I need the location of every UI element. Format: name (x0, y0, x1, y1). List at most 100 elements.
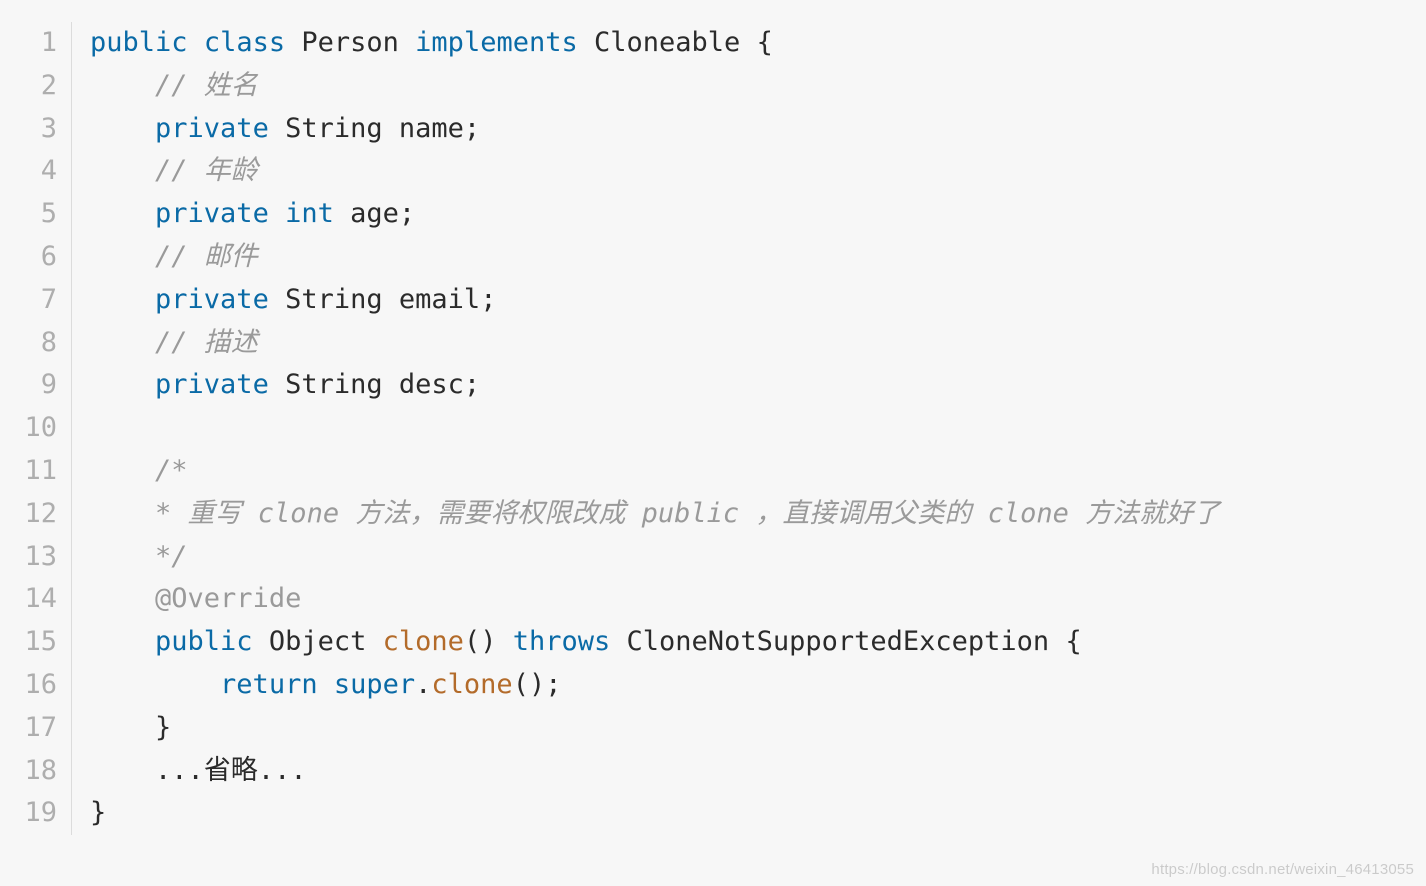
token-pn: ; (480, 284, 496, 315)
token-kw: public (155, 626, 253, 657)
token-kw: throws (513, 626, 611, 657)
token-pn: { (1065, 626, 1081, 657)
token-plain (318, 669, 334, 700)
line-number: 16 (0, 664, 57, 707)
token-pn: { (757, 27, 773, 58)
line-number: 8 (0, 322, 57, 365)
token-plain (269, 198, 285, 229)
code-line: @Override (90, 578, 1426, 621)
line-number: 2 (0, 65, 57, 108)
token-kw: class (204, 27, 285, 58)
line-number: 3 (0, 108, 57, 151)
token-cls: String (285, 113, 383, 144)
line-number: 4 (0, 150, 57, 193)
token-plain (269, 284, 285, 315)
token-kw: int (285, 198, 334, 229)
line-number: 10 (0, 407, 57, 450)
token-plain: 省略 (204, 755, 258, 786)
token-plain: age (334, 198, 399, 229)
token-plain (269, 113, 285, 144)
line-number: 19 (0, 792, 57, 835)
code-line: } (90, 707, 1426, 750)
code-line: private String name; (90, 108, 1426, 151)
token-cm: /* (155, 455, 188, 486)
token-pn: ; (464, 113, 480, 144)
token-plain (399, 27, 415, 58)
token-fn: clone (431, 669, 512, 700)
token-kw: private (155, 284, 269, 315)
token-plain (90, 455, 155, 486)
line-number: 17 (0, 707, 57, 750)
token-plain (496, 626, 512, 657)
token-plain (90, 369, 155, 400)
token-plain (90, 583, 155, 614)
token-pn: . (415, 669, 431, 700)
token-plain (285, 27, 301, 58)
token-plain (366, 626, 382, 657)
token-pn: () (464, 626, 497, 657)
line-number: 18 (0, 750, 57, 793)
token-cls: CloneNotSupportedException (627, 626, 1050, 657)
code-line: // 邮件 (90, 236, 1426, 279)
token-pn: ... (258, 755, 307, 786)
token-plain (90, 113, 155, 144)
code-line (90, 407, 1426, 450)
token-plain (90, 155, 155, 186)
token-cm: // 年龄 (155, 155, 258, 186)
code-line: // 姓名 (90, 65, 1426, 108)
line-number: 15 (0, 621, 57, 664)
token-plain (90, 541, 155, 572)
code-block: 12345678910111213141516171819 public cla… (0, 0, 1426, 835)
code-line: private String email; (90, 279, 1426, 322)
token-cls: Cloneable (594, 27, 740, 58)
token-pn: } (90, 797, 106, 828)
token-plain (578, 27, 594, 58)
token-plain: email (383, 284, 481, 315)
token-fn: clone (383, 626, 464, 657)
line-number: 5 (0, 193, 57, 236)
code-line: // 描述 (90, 322, 1426, 365)
code-line: private String desc; (90, 364, 1426, 407)
watermark-text: https://blog.csdn.net/weixin_46413055 (1151, 861, 1414, 878)
code-line: } (90, 792, 1426, 835)
token-cm: // 描述 (155, 327, 258, 358)
token-cm: * 重写 clone 方法，需要将权限改成 public ，直接调用父类的 cl… (155, 498, 1220, 529)
token-plain (90, 284, 155, 315)
token-plain (90, 712, 155, 743)
token-pn: ... (155, 755, 204, 786)
token-plain (90, 755, 155, 786)
token-plain (610, 626, 626, 657)
token-kw: implements (415, 27, 578, 58)
code-line: ...省略... (90, 750, 1426, 793)
token-cm: // 邮件 (155, 241, 258, 272)
token-plain (90, 669, 220, 700)
token-plain (740, 27, 756, 58)
code-line: public class Person implements Cloneable… (90, 22, 1426, 65)
token-pn: ; (464, 369, 480, 400)
line-number: 13 (0, 536, 57, 579)
token-kw: return (220, 669, 318, 700)
code-line: return super.clone(); (90, 664, 1426, 707)
token-kw: public (90, 27, 188, 58)
token-cls: String (285, 284, 383, 315)
code-line: * 重写 clone 方法，需要将权限改成 public ，直接调用父类的 cl… (90, 493, 1426, 536)
line-number: 12 (0, 493, 57, 536)
token-plain (1049, 626, 1065, 657)
token-plain (90, 241, 155, 272)
code-content: public class Person implements Cloneable… (72, 22, 1426, 835)
token-plain (90, 70, 155, 101)
token-plain (90, 198, 155, 229)
line-number: 14 (0, 578, 57, 621)
token-kw: super (334, 669, 415, 700)
line-number-gutter: 12345678910111213141516171819 (0, 22, 72, 835)
token-ann: @Override (155, 583, 301, 614)
line-number: 9 (0, 364, 57, 407)
token-kw: private (155, 113, 269, 144)
token-plain: name (383, 113, 464, 144)
token-plain (90, 327, 155, 358)
code-line: private int age; (90, 193, 1426, 236)
token-cm: */ (155, 541, 188, 572)
token-plain (90, 498, 155, 529)
token-cls: Object (269, 626, 367, 657)
line-number: 7 (0, 279, 57, 322)
